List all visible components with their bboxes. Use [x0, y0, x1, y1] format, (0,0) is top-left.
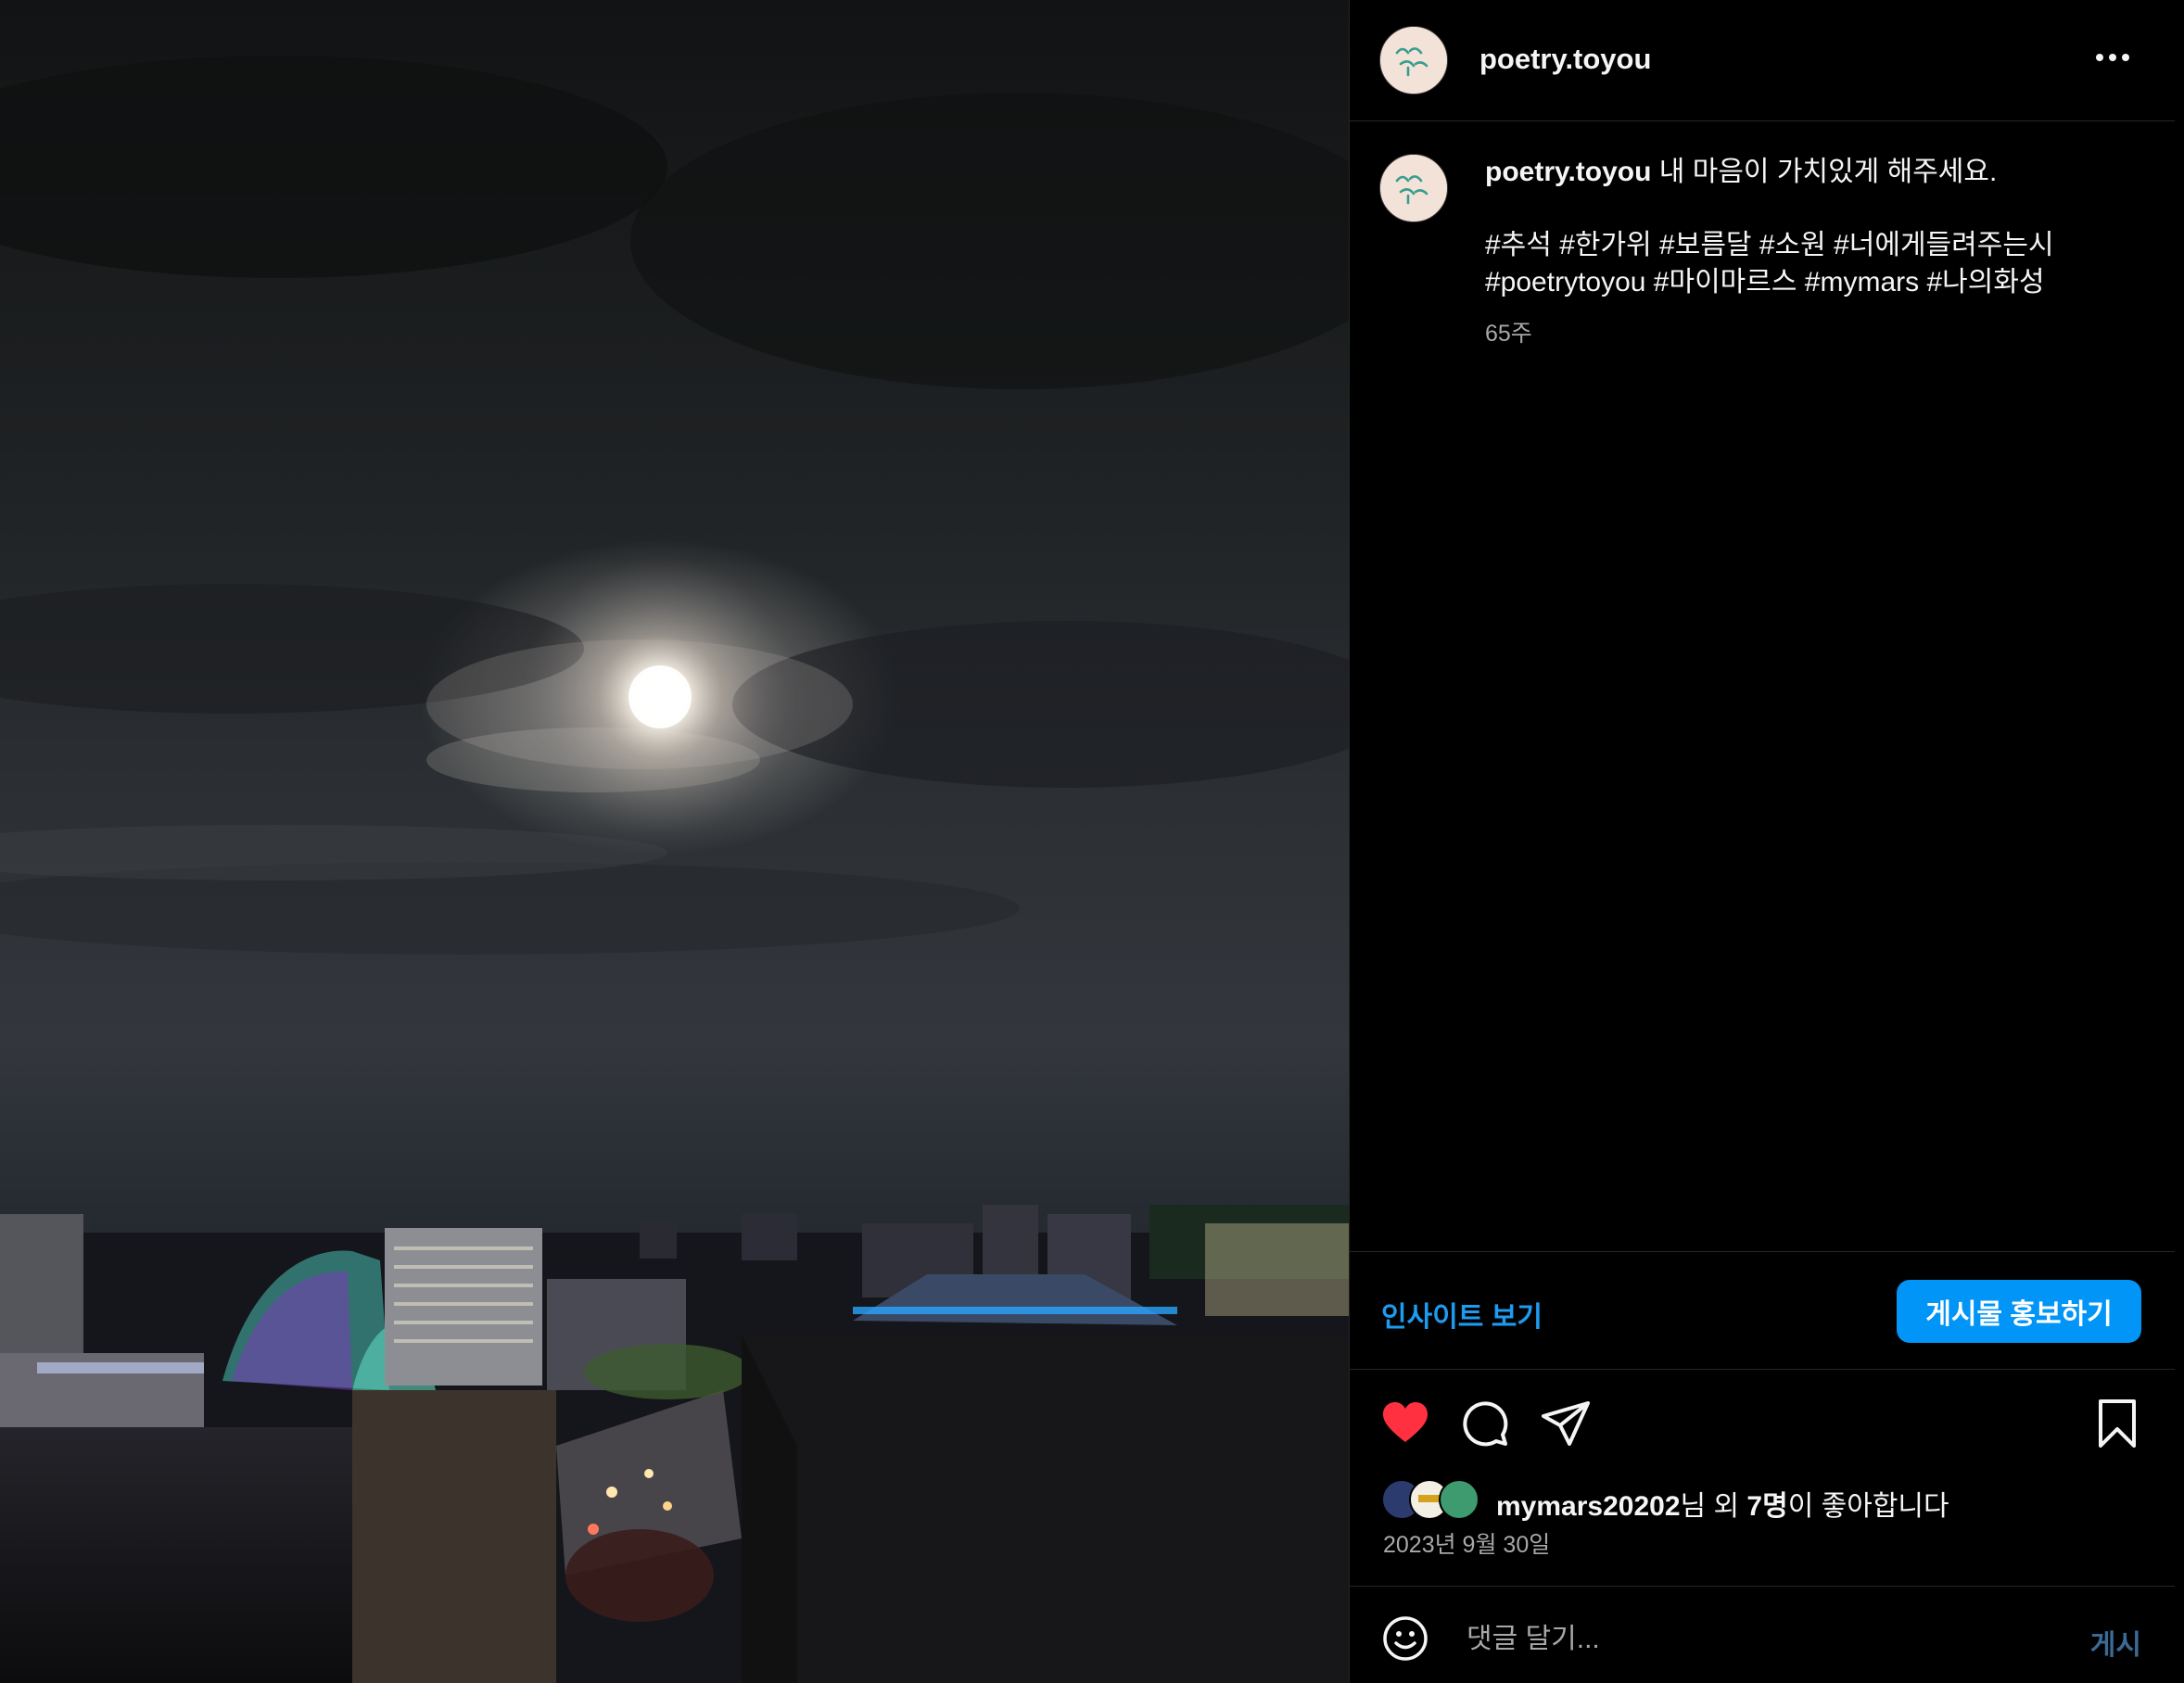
- liker-username[interactable]: mymars20202: [1496, 1491, 1681, 1522]
- view-insights-link[interactable]: 인사이트 보기: [1381, 1294, 1543, 1335]
- promote-post-button[interactable]: 게시물 홍보하기: [1897, 1280, 2141, 1343]
- header-username[interactable]: poetry.toyou: [1479, 43, 1651, 76]
- post-photo: [0, 0, 1349, 1683]
- avatar-logo-icon: [1380, 155, 1447, 221]
- avatar-logo-icon: [1380, 27, 1447, 94]
- likes-count[interactable]: 7명: [1746, 1491, 1787, 1522]
- post-comment-button[interactable]: 게시: [2090, 1622, 2141, 1663]
- share-icon[interactable]: [1540, 1398, 1592, 1449]
- caption-text: 내 마음이 가치있게 해주세요.: [1658, 157, 1998, 187]
- post-date: 2023년 9월 30일: [1383, 1532, 1551, 1558]
- night-moon-cityscape: [0, 56, 1349, 1683]
- more-options-icon[interactable]: [2093, 41, 2132, 74]
- hashtags-line-2[interactable]: #poetrytoyou #마이마르스 #mymars #나의화성: [1485, 264, 2134, 301]
- heart-filled-icon[interactable]: [1379, 1398, 1431, 1449]
- caption: poetry.toyou 내 마음이 가치있게 해주세요.: [1485, 154, 2134, 191]
- post-age: 65주: [1485, 321, 1532, 347]
- caption-username[interactable]: poetry.toyou: [1485, 157, 1651, 187]
- bookmark-icon[interactable]: [2091, 1398, 2143, 1449]
- hashtags: #추석 #한가위 #보름달 #소원 #너에게들려주는시 #poetrytoyou…: [1485, 227, 2134, 301]
- likes-summary: mymars20202님 외 7명이 좋아합니다: [1496, 1483, 1949, 1524]
- caption-avatar[interactable]: [1379, 154, 1448, 222]
- likes-text-part: 이 좋아합니다: [1787, 1491, 1949, 1522]
- avatar: [1439, 1479, 1479, 1520]
- post-header: poetry.toyou: [1350, 0, 2175, 121]
- post-side-panel: poetry.toyou poetry.toyou 내 마음이 가치있게 해주세…: [1349, 0, 2175, 1683]
- emoji-icon[interactable]: [1381, 1614, 1429, 1663]
- comment-input[interactable]: [1465, 1620, 1932, 1659]
- likes-text-part: 님 외: [1680, 1491, 1747, 1522]
- hashtags-line-1[interactable]: #추석 #한가위 #보름달 #소원 #너에게들려주는시: [1485, 227, 2134, 264]
- divider: [1350, 1586, 2175, 1587]
- divider: [1350, 1251, 2175, 1252]
- divider: [1350, 1369, 2175, 1370]
- comment-icon[interactable]: [1459, 1398, 1511, 1449]
- avatar[interactable]: [1379, 26, 1448, 95]
